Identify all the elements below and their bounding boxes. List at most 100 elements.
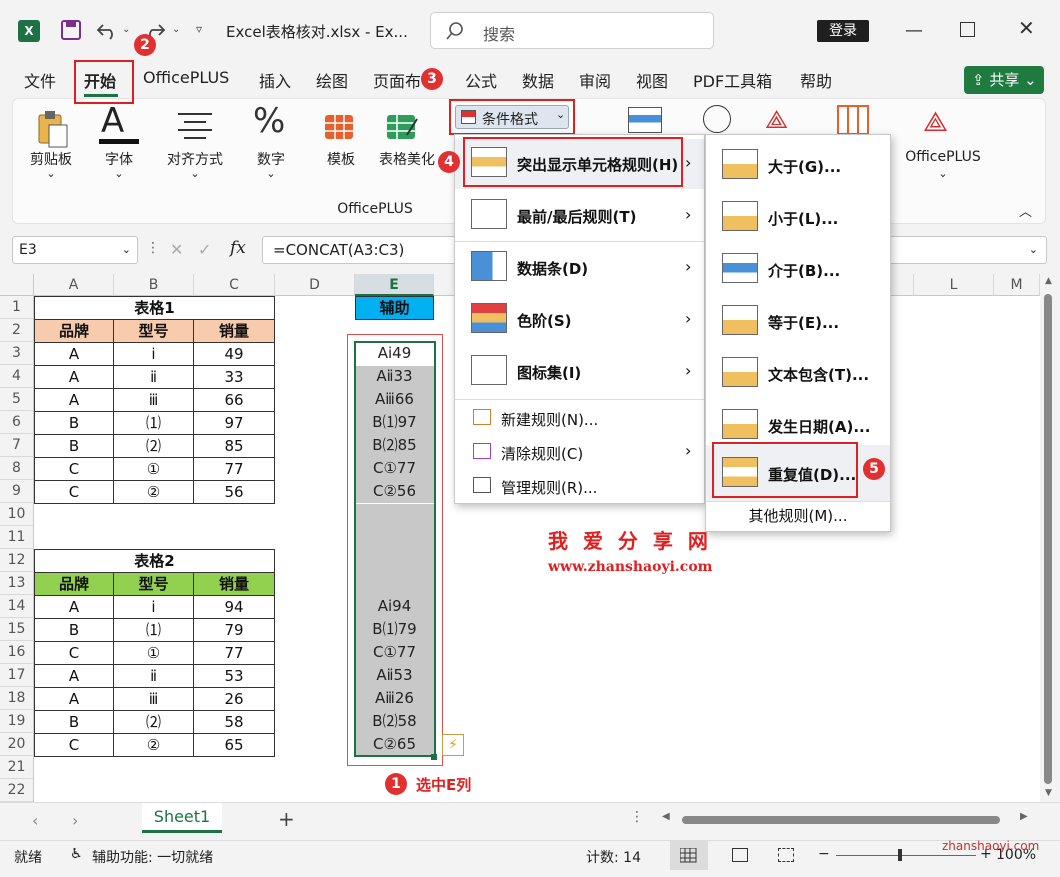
table1-cell-brand[interactable]: B [34,411,114,435]
table1-cell-model[interactable]: ⑴ [113,411,194,435]
table1-header-sales[interactable]: 销量 [193,319,275,343]
maximize-icon[interactable] [960,22,975,37]
row-header[interactable]: 20 [0,733,34,756]
submenu-item-between[interactable]: 介于(B)... [706,243,890,293]
customize-qat-icon[interactable]: ▿ [196,22,202,36]
tab-pdf-tools[interactable]: PDF工具箱 [693,68,772,92]
scroll-right-icon[interactable]: ▶ [1020,811,1028,822]
table1-cell-model[interactable]: ⅲ [113,388,194,412]
horizontal-scroll-thumb[interactable] [682,816,1000,824]
table1-title[interactable]: 表格1 [34,296,275,320]
column-header-b[interactable]: B [114,274,194,296]
column-header-e[interactable]: E [355,274,434,296]
tab-page-layout[interactable]: 页面布 [373,68,421,92]
row-header[interactable]: 10 [0,503,34,526]
sheet-tab-sheet1[interactable]: Sheet1 [142,803,222,833]
share-button[interactable]: ⇪ 共享 ⌄ [964,66,1044,94]
search-box[interactable]: 搜索 [430,12,714,49]
table1-cell-sales[interactable]: 77 [193,457,275,481]
column-header-a[interactable]: A [34,274,114,296]
column-header-l[interactable]: L [914,274,994,296]
row-header[interactable]: 8 [0,457,34,480]
officeplus-button[interactable]: OfficePLUS [893,149,993,165]
next-sheet-icon[interactable]: › [72,811,78,830]
login-button[interactable]: 登录 [817,20,869,42]
table1-header-model[interactable]: 型号 [113,319,194,343]
column-header-m[interactable]: M [994,274,1040,296]
font-button[interactable]: 字体 [93,149,145,169]
table1-cell-sales[interactable]: 66 [193,388,275,412]
table1-cell-model[interactable]: ② [113,480,194,504]
zoom-slider[interactable] [836,855,976,856]
table1-cell-sales[interactable]: 85 [193,434,275,458]
menu-item-color-scales[interactable]: 色阶(S) › [455,295,704,345]
row-header[interactable]: 11 [0,526,34,549]
table2-cell-brand[interactable]: A [34,595,114,619]
scroll-up-icon[interactable]: ▲ [1045,276,1052,286]
column-header-d[interactable]: D [275,274,355,296]
vertical-scrollbar[interactable]: ▲ ▼ [1040,274,1060,802]
table2-cell-brand[interactable]: C [34,641,114,665]
zoom-slider-thumb[interactable] [898,849,902,861]
row-header[interactable]: 12 [0,549,34,572]
table1-cell-sales[interactable]: 33 [193,365,275,389]
table2-cell-model[interactable]: ⅲ [113,687,194,711]
tab-data[interactable]: 数据 [522,68,554,92]
more-sheets-icon[interactable]: ⋮ [630,809,644,825]
table1-cell-brand[interactable]: C [34,480,114,504]
redo-dropdown-icon[interactable]: ⌄ [172,24,180,35]
table1-cell-sales[interactable]: 56 [193,480,275,504]
scroll-left-icon[interactable]: ◀ [662,811,670,822]
table2-cell-brand[interactable]: A [34,687,114,711]
column-header-c[interactable]: C [194,274,275,296]
undo-icon[interactable] [95,19,119,41]
menu-item-icon-sets[interactable]: 图标集(I) › [455,347,704,397]
menu-item-top-bottom-rules[interactable]: 最前/最后规则(T) › [455,191,704,241]
table1-cell-sales[interactable]: 97 [193,411,275,435]
row-header[interactable]: 4 [0,365,34,388]
table2-cell-brand[interactable]: B [34,710,114,734]
vertical-scroll-thumb[interactable] [1044,294,1052,784]
row-header[interactable]: 21 [0,756,34,779]
submenu-item-greater-than[interactable]: 大于(G)... [706,139,890,189]
row-header[interactable]: 15 [0,618,34,641]
menu-item-data-bars[interactable]: 数据条(D) › [455,243,704,293]
clipboard-button[interactable]: 剪贴板 [25,149,77,169]
table-beautify-button[interactable]: 表格美化 [369,149,445,169]
table2-cell-sales[interactable]: 26 [193,687,275,711]
tab-draw[interactable]: 绘图 [316,68,348,92]
menu-item-manage-rules[interactable]: 管理规则(R)... [455,469,704,503]
close-icon[interactable]: ✕ [1018,16,1035,40]
table2-cell-model[interactable]: ⑴ [113,618,194,642]
menu-item-clear-rules[interactable]: 清除规则(C) › [455,435,704,469]
cancel-icon[interactable]: ✕ [170,240,183,259]
table2-cell-model[interactable]: ⅱ [113,664,194,688]
table1-cell-model[interactable]: ⑵ [113,434,194,458]
minimize-icon[interactable]: — [905,20,923,41]
table1-cell-sales[interactable]: 49 [193,342,275,366]
table1-cell-brand[interactable]: B [34,434,114,458]
add-sheet-icon[interactable]: + [278,807,295,831]
row-header[interactable]: 6 [0,411,34,434]
normal-view-button[interactable] [670,841,708,870]
status-accessibility[interactable]: 辅助功能: 一切就绪 [92,847,213,867]
table2-cell-model[interactable]: ⑵ [113,710,194,734]
name-box[interactable]: E3 ⌄ [12,236,138,264]
row-header[interactable]: 16 [0,641,34,664]
template-button[interactable]: 模板 [319,149,363,169]
helper-header[interactable]: 辅助 [355,296,434,320]
table2-header-model[interactable]: 型号 [113,572,194,596]
tab-file[interactable]: 文件 [24,68,56,92]
table2-cell-sales[interactable]: 94 [193,595,275,619]
table2-title[interactable]: 表格2 [34,549,275,573]
table2-cell-sales[interactable]: 53 [193,664,275,688]
submenu-item-more-rules[interactable]: 其他规则(M)... [706,505,890,531]
table2-cell-brand[interactable]: B [34,618,114,642]
quick-analysis-icon[interactable]: ⚡ [442,734,464,756]
alignment-button[interactable]: 对齐方式 [157,149,233,169]
row-header[interactable]: 2 [0,319,34,342]
row-header[interactable]: 19 [0,710,34,733]
row-header[interactable]: 5 [0,388,34,411]
table1-cell-brand[interactable]: A [34,365,114,389]
tab-help[interactable]: 帮助 [800,68,832,92]
